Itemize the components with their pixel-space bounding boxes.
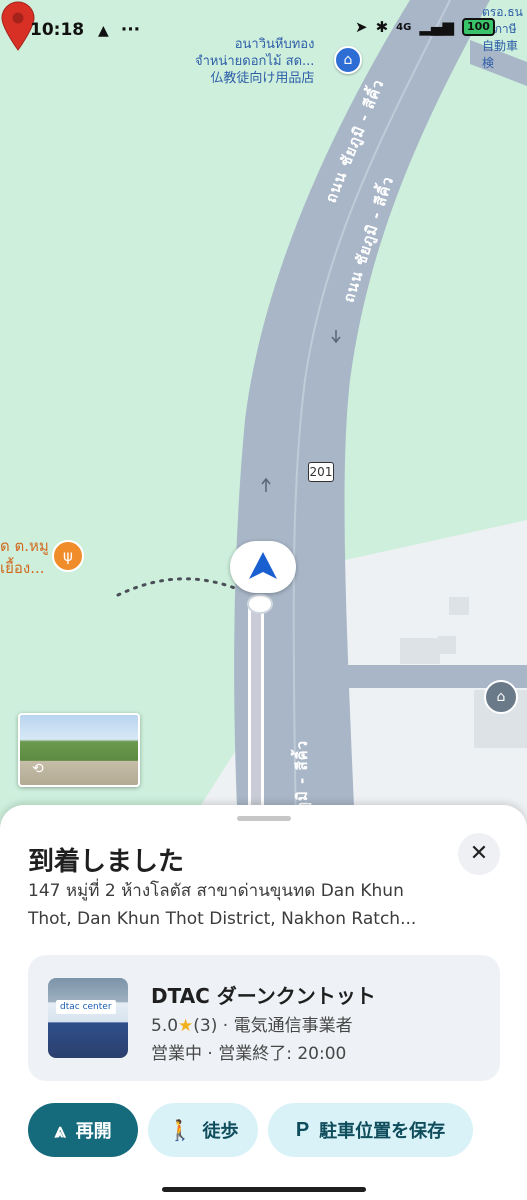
navigation-arrow-icon bbox=[230, 541, 296, 593]
street-view-thumbnail[interactable]: ⟲ bbox=[18, 713, 140, 787]
restaurant-line-1: ด ต.หมู bbox=[0, 537, 49, 555]
separator: · bbox=[207, 1044, 219, 1064]
star-icon: ★ bbox=[178, 1016, 194, 1036]
network-type: 4G bbox=[396, 21, 412, 33]
more-dots-icon: ··· bbox=[120, 20, 141, 40]
walk-label: 徒歩 bbox=[202, 1121, 239, 1142]
close-button[interactable]: ✕ bbox=[458, 833, 500, 875]
parking-icon: P bbox=[295, 1118, 310, 1141]
place-photo[interactable]: dtac center bbox=[48, 978, 128, 1058]
status-bar: 10:18 ▲ ··· ➤ ✱ 4G ▂▄▆ 100 bbox=[0, 0, 527, 60]
sheet-drag-handle[interactable] bbox=[237, 816, 291, 821]
route-shield: 201 bbox=[308, 462, 334, 482]
fork-knife-icon[interactable]: ψ bbox=[52, 540, 84, 572]
road-label-3: ภูมิ - สีคิ้ว bbox=[293, 739, 311, 812]
restaurant-line-2: เยื้อง... bbox=[0, 559, 45, 577]
photo-sign-text: dtac center bbox=[56, 1000, 116, 1014]
arrival-title: 到着しました bbox=[28, 847, 185, 877]
navigation-icon: ⩓ bbox=[54, 1118, 66, 1142]
destination-address: 147 หมู่ที่ 2 ห้างโลตัส สาขาด่านขุนทด Da… bbox=[28, 881, 417, 929]
restaurant-label[interactable]: ด ต.หมู เยื้อง... bbox=[0, 535, 49, 579]
close-icon: ✕ bbox=[469, 841, 489, 866]
clock: 10:18 bbox=[30, 20, 85, 40]
save-parking-label: 駐車位置を保存 bbox=[319, 1121, 446, 1142]
location-arrow-icon: ➤ bbox=[355, 18, 368, 36]
place-rating-row: 5.0★(3) · 電気通信事業者 bbox=[151, 1011, 353, 1036]
battery-icon: 100 bbox=[461, 18, 495, 36]
status-time: 10:18 ▲ ··· bbox=[30, 20, 140, 40]
government-building-icon[interactable]: ⌂ bbox=[484, 680, 518, 714]
resume-label: 再開 bbox=[75, 1121, 112, 1142]
separator: · bbox=[222, 1016, 234, 1036]
open-status: 営業中 bbox=[151, 1044, 202, 1064]
place-hours-row: 営業中 · 営業終了: 20:00 bbox=[151, 1039, 346, 1064]
bluetooth-icon: ✱ bbox=[375, 18, 389, 36]
status-icons: ➤ ✱ 4G ▂▄▆ 100 bbox=[355, 18, 495, 36]
navigation-status-icon: ▲ bbox=[98, 23, 109, 39]
home-indicator[interactable] bbox=[162, 1187, 366, 1192]
resume-button[interactable]: ⩓ 再開 bbox=[28, 1103, 138, 1157]
review-count: (3) bbox=[193, 1016, 218, 1036]
walk-button[interactable]: 🚶 徒歩 bbox=[148, 1103, 258, 1157]
rating-value: 5.0 bbox=[151, 1016, 179, 1036]
place-card[interactable]: dtac center DTAC ダーンクントット 5.0★(3) · 電気通信… bbox=[28, 955, 500, 1081]
street-view-rotate-icon: ⟲ bbox=[32, 761, 44, 777]
signal-icon: ▂▄▆ bbox=[419, 18, 454, 36]
place-name: DTAC ダーンクントット bbox=[151, 984, 376, 1008]
closing-time: 営業終了: 20:00 bbox=[218, 1044, 347, 1064]
walking-person-icon: 🚶 bbox=[167, 1118, 193, 1142]
save-parking-button[interactable]: P 駐車位置を保存 bbox=[268, 1103, 473, 1157]
map-view[interactable]: อนาวินหีบทอง จำหน่ายดอกไม้ สด... 仏教徒向け用品… bbox=[0, 0, 527, 830]
place-category: 電気通信事業者 bbox=[233, 1016, 353, 1036]
map-roads bbox=[116, 0, 527, 830]
poi-line-3: 仏教徒向け用品店 bbox=[210, 71, 315, 86]
arrival-bottom-sheet[interactable]: 到着しました ✕ 147 หมู่ที่ 2 ห้างโลตัส สาขาด่า… bbox=[0, 805, 527, 1200]
